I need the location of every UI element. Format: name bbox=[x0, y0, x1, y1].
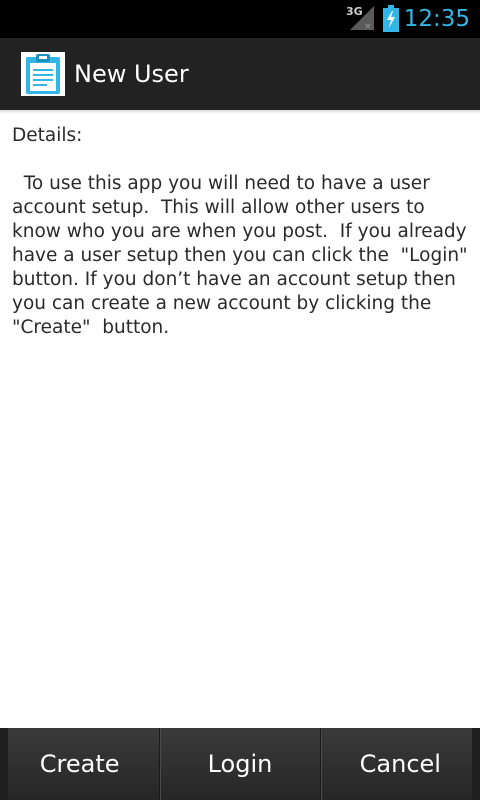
button-bar-edge-right bbox=[472, 728, 480, 800]
login-button[interactable]: Login bbox=[159, 728, 319, 800]
cancel-button[interactable]: Cancel bbox=[319, 728, 480, 800]
status-bar: 3G × 12:35 bbox=[0, 0, 480, 38]
status-time: 12:35 bbox=[403, 6, 470, 32]
content-area: Details: To use this app you will need t… bbox=[12, 124, 472, 340]
button-bar: Create Login Cancel bbox=[0, 728, 480, 800]
svg-text:×: × bbox=[364, 22, 372, 30]
action-bar-shadow bbox=[0, 110, 480, 114]
page-title: New User bbox=[74, 60, 189, 88]
action-bar: New User bbox=[0, 38, 480, 111]
screen: 3G × 12:35 New User Details: To use this… bbox=[0, 0, 480, 800]
details-body: To use this app you will need to have a … bbox=[12, 173, 474, 338]
details-heading: Details: bbox=[12, 125, 83, 146]
battery-charging-icon bbox=[383, 5, 399, 32]
button-bar-edge-left bbox=[0, 728, 8, 800]
signal-icon: × bbox=[350, 6, 374, 30]
create-button[interactable]: Create bbox=[0, 728, 159, 800]
clipboard-icon[interactable] bbox=[21, 52, 65, 96]
